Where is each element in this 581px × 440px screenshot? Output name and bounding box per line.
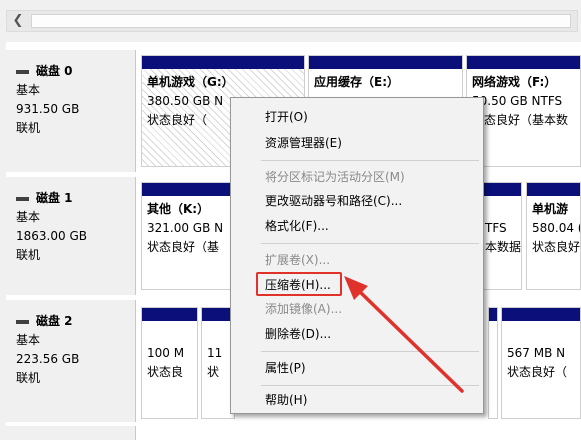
menu-separator (261, 385, 479, 386)
disk-2-size: 223.56 GB (16, 352, 80, 366)
volume-disk2-a-state: 状态良 (147, 365, 184, 379)
scrollbar-track[interactable]: ❮ (6, 10, 578, 32)
volume-disk2-d[interactable]: 567 MB N 状态良好（ (501, 307, 581, 419)
volume-bar (527, 183, 580, 196)
highlight-annotation-box (256, 272, 342, 296)
menu-separator (261, 351, 479, 352)
volume-disk2-d-text: 567 MB N 状态良好（ (502, 321, 580, 382)
volume-disk1-right-state: 状态良好 (532, 240, 581, 254)
disk-0-title-row: 磁盘 0 (16, 62, 135, 81)
menu-item-change-drive-letter[interactable]: 更改驱动器号和路径(C)... (265, 190, 402, 212)
volume-disk1-right-text: 单机游 580.04 ( 状态良好 (527, 196, 580, 257)
volume-disk2-a-text: 100 M 状态良 (142, 321, 197, 382)
volume-bar (142, 56, 304, 69)
disk-0-status: 联机 (16, 121, 41, 135)
disk-0-title: 磁盘 0 (36, 64, 73, 78)
volume-disk2-d-size: 567 MB N (507, 346, 566, 360)
disk-2-title-row: 磁盘 2 (16, 312, 135, 331)
volume-disk1-middle-name (485, 200, 521, 219)
volume-disk1-right-size: 580.04 ( (532, 221, 581, 235)
disk-2-title: 磁盘 2 (36, 314, 73, 328)
volume-bar (502, 308, 580, 321)
menu-separator (261, 243, 479, 244)
volume-context-menu: 打开(O) 资源管理器(E) 将分区标记为活动分区(M) 更改驱动器号和路径(C… (230, 97, 484, 414)
disk-1-type: 基本 (16, 210, 41, 224)
disk-icon (16, 196, 29, 201)
volume-bar (467, 56, 580, 69)
disk-0-size: 931.50 GB (16, 102, 80, 116)
menu-item-open[interactable]: 打开(O) (265, 106, 308, 128)
disk-1-title: 磁盘 1 (36, 191, 73, 205)
volume-e-name: 应用缓存（E:） (314, 75, 399, 89)
menu-item-properties[interactable]: 属性(P) (265, 357, 306, 379)
volume-bar (142, 308, 197, 321)
volume-g-name: 单机游戏（G:） (147, 75, 234, 89)
disk-1-size: 1863.00 GB (16, 229, 87, 243)
volume-disk2-c[interactable] (488, 307, 498, 419)
volume-f-size: 50.50 GB NTFS (472, 94, 563, 108)
disk-1-info[interactable]: 磁盘 1 基本 1863.00 GB 联机 (6, 177, 136, 295)
disk-2-status: 联机 (16, 371, 41, 385)
horizontal-scrollbar[interactable]: ❮ (0, 0, 581, 42)
volume-f-state: 状态良好（基本数 (472, 113, 569, 127)
disk-2-info[interactable]: 磁盘 2 基本 223.56 GB 联机 (6, 300, 136, 422)
scrollbar-thumb[interactable] (31, 14, 571, 28)
volume-disk2-d-name (507, 325, 580, 344)
menu-item-help[interactable]: 帮助(H) (265, 389, 307, 411)
menu-separator (261, 160, 479, 161)
volume-f-name: 网络游戏（F:） (472, 75, 557, 89)
menu-item-extend-volume[interactable]: 扩展卷(X)... (265, 249, 330, 271)
volume-e-text: 应用缓存（E:） (309, 69, 462, 92)
chevron-left-icon[interactable]: ❮ (7, 11, 29, 31)
disk-icon (16, 69, 29, 74)
volume-disk2-d-state: 状态良好（ (507, 365, 568, 379)
volume-disk1-right-name: 单机游 (532, 202, 569, 216)
volume-bar (489, 308, 497, 321)
disk-0-type: 基本 (16, 83, 41, 97)
volume-bar (309, 56, 462, 69)
volume-disk2-a[interactable]: 100 M 状态良 (141, 307, 198, 419)
volume-disk2-a-name (147, 325, 197, 344)
volume-disk2-a-size: 100 M (147, 346, 185, 360)
menu-item-format[interactable]: 格式化(F)... (265, 215, 329, 237)
menu-item-add-mirror[interactable]: 添加镜像(A)... (265, 298, 342, 320)
disk-1-status: 联机 (16, 248, 41, 262)
volume-disk1-middle-state: 本数据 (485, 240, 522, 254)
disk-2-type: 基本 (16, 333, 41, 347)
volume-disk1-middle-size: TFS (485, 221, 507, 235)
menu-item-mark-active[interactable]: 将分区标记为活动分区(M) (265, 166, 405, 188)
disk-1-title-row: 磁盘 1 (16, 189, 135, 208)
disk-0-info[interactable]: 磁盘 0 基本 931.50 GB 联机 (6, 50, 136, 172)
volume-disk1-right[interactable]: 单机游 580.04 ( 状态良好 (526, 182, 581, 290)
disk-icon (16, 319, 29, 324)
menu-item-delete-volume[interactable]: 删除卷(D)... (265, 323, 331, 345)
disk-3-info-partial[interactable] (6, 426, 136, 440)
menu-item-explorer[interactable]: 资源管理器(E) (265, 132, 342, 154)
